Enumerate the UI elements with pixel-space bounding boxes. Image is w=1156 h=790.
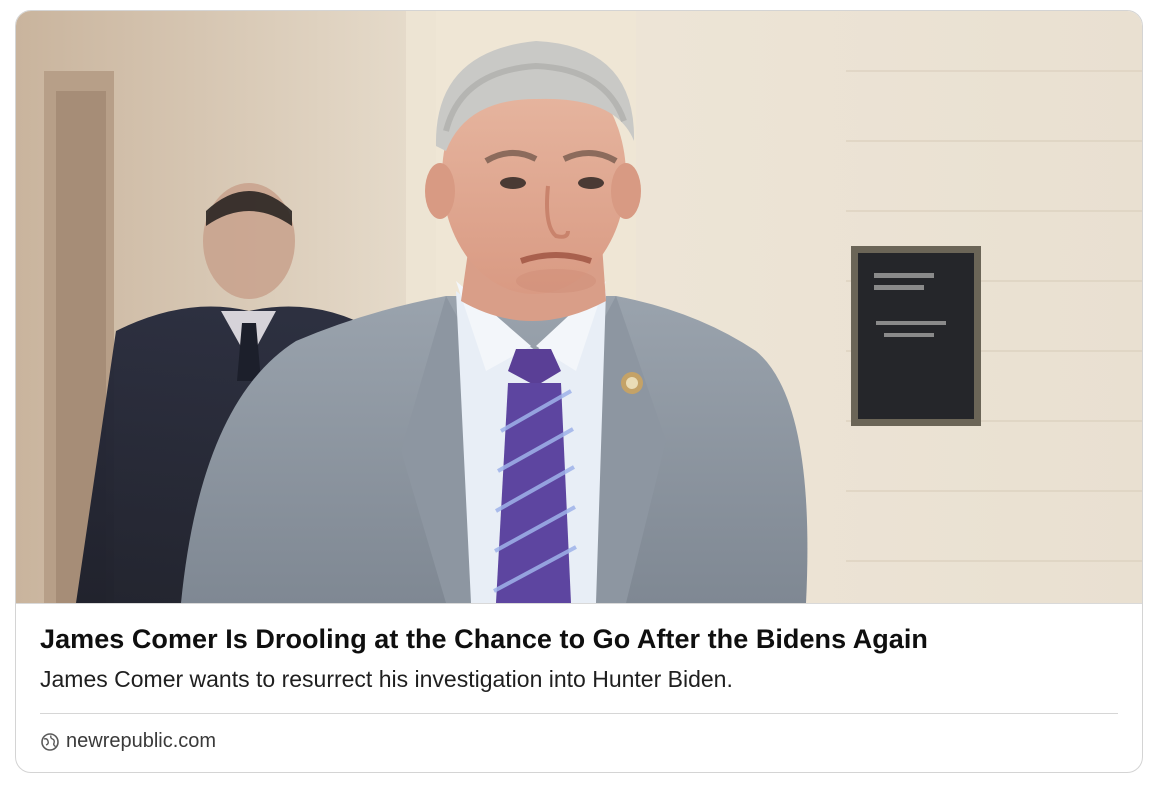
divider [40, 713, 1118, 714]
article-title[interactable]: James Comer Is Drooling at the Chance to… [40, 624, 1118, 655]
globe-icon [40, 732, 60, 752]
link-preview-text[interactable]: James Comer Is Drooling at the Chance to… [16, 604, 1142, 772]
source-domain: newrepublic.com [66, 730, 217, 752]
article-thumbnail[interactable] [16, 11, 1142, 604]
source-domain-row[interactable]: newrepublic.com [40, 730, 216, 753]
article-photo [16, 11, 1142, 603]
article-description: James Comer wants to resurrect his inves… [40, 666, 733, 692]
link-preview-card[interactable]: James Comer Is Drooling at the Chance to… [15, 10, 1143, 773]
